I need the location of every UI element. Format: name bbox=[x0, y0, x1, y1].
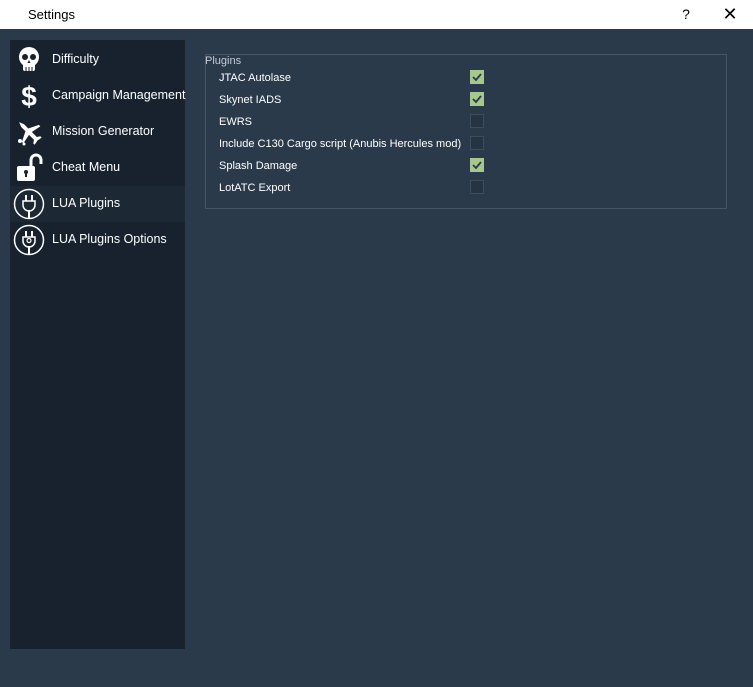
plugins-group-title: Plugins bbox=[205, 55, 242, 67]
checkmark-icon bbox=[472, 161, 482, 170]
plugin-row-lotatc-export: LotATC Export bbox=[219, 179, 519, 199]
sidebar-item-label: Mission Generator bbox=[52, 124, 155, 138]
plugin-row-splash-damage: Splash Damage bbox=[219, 157, 519, 177]
plugin-row-jtac-autolase: JTAC Autolase bbox=[219, 69, 519, 89]
plug-icon bbox=[13, 188, 45, 220]
ewrs-checkbox[interactable] bbox=[470, 114, 484, 128]
plugin-label: EWRS bbox=[219, 116, 252, 128]
plugin-row-c130-cargo-script: Include C130 Cargo script (Anubis Hercul… bbox=[219, 135, 519, 155]
sidebar-item-label: Difficulty bbox=[52, 52, 100, 66]
plugin-row-ewrs: EWRS bbox=[219, 113, 519, 133]
settings-sidebar: Difficulty $ Campaign Management Mission… bbox=[10, 40, 185, 649]
checkmark-icon bbox=[472, 73, 482, 82]
lotatc-export-checkbox[interactable] bbox=[470, 180, 484, 194]
dollar-icon: $ bbox=[13, 81, 45, 111]
plugin-label: JTAC Autolase bbox=[219, 72, 291, 84]
sidebar-item-lua-plugins-options[interactable]: LUA Plugins Options bbox=[10, 222, 185, 258]
sidebar-item-campaign-management[interactable]: $ Campaign Management bbox=[10, 78, 185, 114]
plugin-row-skynet-iads: Skynet IADS bbox=[219, 91, 519, 111]
help-button[interactable]: ? bbox=[678, 3, 694, 25]
sidebar-item-label: LUA Plugins bbox=[52, 196, 121, 210]
svg-text:$: $ bbox=[21, 81, 37, 111]
plugin-label: Skynet IADS bbox=[219, 94, 282, 106]
sidebar-item-label: Cheat Menu bbox=[52, 160, 121, 174]
sidebar-item-lua-plugins[interactable]: LUA Plugins bbox=[10, 186, 185, 222]
window-title: Settings bbox=[28, 7, 75, 22]
jtac-autolase-checkbox[interactable] bbox=[470, 70, 484, 84]
plugin-label: Splash Damage bbox=[219, 160, 298, 172]
plug-options-icon bbox=[13, 224, 45, 256]
checkmark-icon bbox=[472, 95, 482, 104]
title-bar: Settings ? ✕ bbox=[0, 0, 753, 29]
sidebar-item-mission-generator[interactable]: Mission Generator bbox=[10, 114, 185, 150]
sidebar-item-difficulty[interactable]: Difficulty bbox=[10, 42, 185, 78]
sidebar-item-cheat-menu[interactable]: Cheat Menu bbox=[10, 150, 185, 186]
unlocked-padlock-icon bbox=[13, 153, 45, 183]
c130-cargo-script-checkbox[interactable] bbox=[470, 136, 484, 150]
splash-damage-checkbox[interactable] bbox=[470, 158, 484, 172]
sidebar-item-label: LUA Plugins Options bbox=[52, 232, 167, 246]
skull-icon bbox=[13, 45, 45, 75]
plugin-label: LotATC Export bbox=[219, 182, 291, 194]
plugin-label: Include C130 Cargo script (Anubis Hercul… bbox=[219, 138, 462, 150]
jet-icon bbox=[13, 117, 45, 147]
close-button[interactable]: ✕ bbox=[719, 3, 741, 25]
window-body: Difficulty $ Campaign Management Mission… bbox=[0, 29, 753, 687]
skynet-iads-checkbox[interactable] bbox=[470, 92, 484, 106]
sidebar-item-label: Campaign Management bbox=[52, 88, 186, 102]
